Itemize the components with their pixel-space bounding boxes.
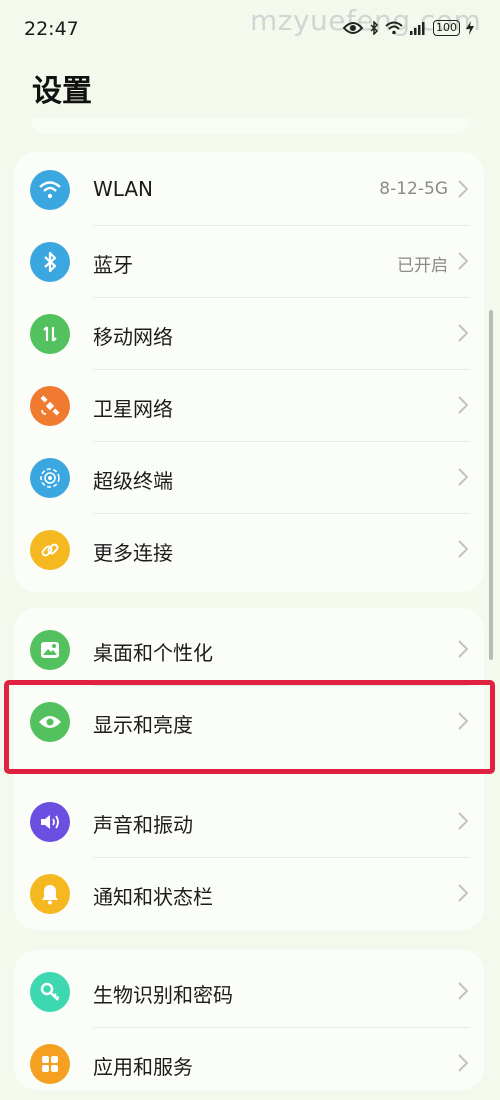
- speaker-icon: [30, 802, 70, 842]
- link-icon: [30, 530, 70, 570]
- chevron-right-icon: [458, 884, 469, 902]
- settings-item-label: 桌面和个性化: [93, 641, 213, 665]
- status-bar: 22:47 mzyuefeng.com 100: [0, 0, 500, 60]
- scrollbar-thumb[interactable]: [489, 310, 493, 660]
- settings-item-mobile-network[interactable]: 移动网络: [14, 298, 484, 370]
- settings-item-super-device[interactable]: 超级终端: [14, 442, 484, 514]
- settings-item-bluetooth[interactable]: 蓝牙 已开启: [14, 226, 484, 298]
- chevron-right-icon: [458, 252, 469, 270]
- bell-icon: [30, 874, 70, 914]
- wifi-icon: [30, 170, 70, 210]
- settings-item-notifications-statusbar[interactable]: 通知和状态栏: [14, 858, 484, 930]
- settings-item-label: 卫星网络: [93, 397, 173, 421]
- settings-item-label: 移动网络: [93, 325, 173, 349]
- chevron-right-icon: [458, 982, 469, 1000]
- settings-item-sound-vibration[interactable]: 声音和振动: [14, 786, 484, 858]
- settings-item-label: 通知和状态栏: [93, 885, 213, 909]
- settings-item-label: 超级终端: [93, 469, 173, 493]
- wallpaper-icon: [30, 630, 70, 670]
- key-icon: [30, 972, 70, 1012]
- settings-item-label: 更多连接: [93, 541, 173, 565]
- settings-group-security: 生物识别和密码 应用和服务: [14, 950, 484, 1090]
- chevron-right-icon: [458, 180, 469, 198]
- settings-item-label: 应用和服务: [93, 1055, 193, 1079]
- settings-item-wlan[interactable]: WLAN 8-12-5G: [14, 154, 484, 226]
- super-device-icon: [30, 458, 70, 498]
- collapsed-card-peek: [30, 118, 470, 134]
- chevron-right-icon: [458, 396, 469, 414]
- status-time: 22:47: [24, 18, 79, 40]
- settings-item-desktop-personalization[interactable]: 桌面和个性化: [14, 614, 484, 686]
- eye-icon: [343, 22, 363, 34]
- mobile-data-icon: [30, 314, 70, 354]
- chevron-right-icon: [458, 812, 469, 830]
- chevron-right-icon: [458, 1054, 469, 1072]
- settings-item-label: 声音和振动: [93, 813, 193, 837]
- wifi-icon: [385, 21, 403, 35]
- settings-item-apps-services[interactable]: 应用和服务: [14, 1028, 484, 1100]
- settings-item-biometrics-password[interactable]: 生物识别和密码: [14, 956, 484, 1028]
- chevron-right-icon: [458, 324, 469, 342]
- settings-item-label: 生物识别和密码: [93, 983, 233, 1007]
- bluetooth-icon: [30, 242, 70, 282]
- chevron-right-icon: [458, 640, 469, 658]
- settings-group-connectivity: WLAN 8-12-5G 蓝牙 已开启 移动网络 卫星网络 超级终端 更多连接: [14, 152, 484, 592]
- settings-item-value: 已开启: [397, 256, 448, 276]
- status-icons: 100: [343, 20, 474, 36]
- settings-item-value: 8-12-5G: [379, 179, 448, 199]
- settings-item-satellite-network[interactable]: 卫星网络: [14, 370, 484, 442]
- apps-grid-icon: [30, 1044, 70, 1084]
- settings-item-label: WLAN: [93, 177, 154, 201]
- signal-icon: [410, 22, 425, 35]
- battery-icon: 100: [433, 20, 460, 36]
- settings-item-more-connections[interactable]: 更多连接: [14, 514, 484, 586]
- highlight-box: [4, 680, 495, 774]
- settings-item-label: 蓝牙: [93, 253, 133, 277]
- bluetooth-icon: [370, 21, 379, 35]
- chevron-right-icon: [458, 468, 469, 486]
- page-title: 设置: [32, 74, 92, 109]
- charging-icon: [466, 21, 474, 35]
- chevron-right-icon: [458, 540, 469, 558]
- satellite-icon: [30, 386, 70, 426]
